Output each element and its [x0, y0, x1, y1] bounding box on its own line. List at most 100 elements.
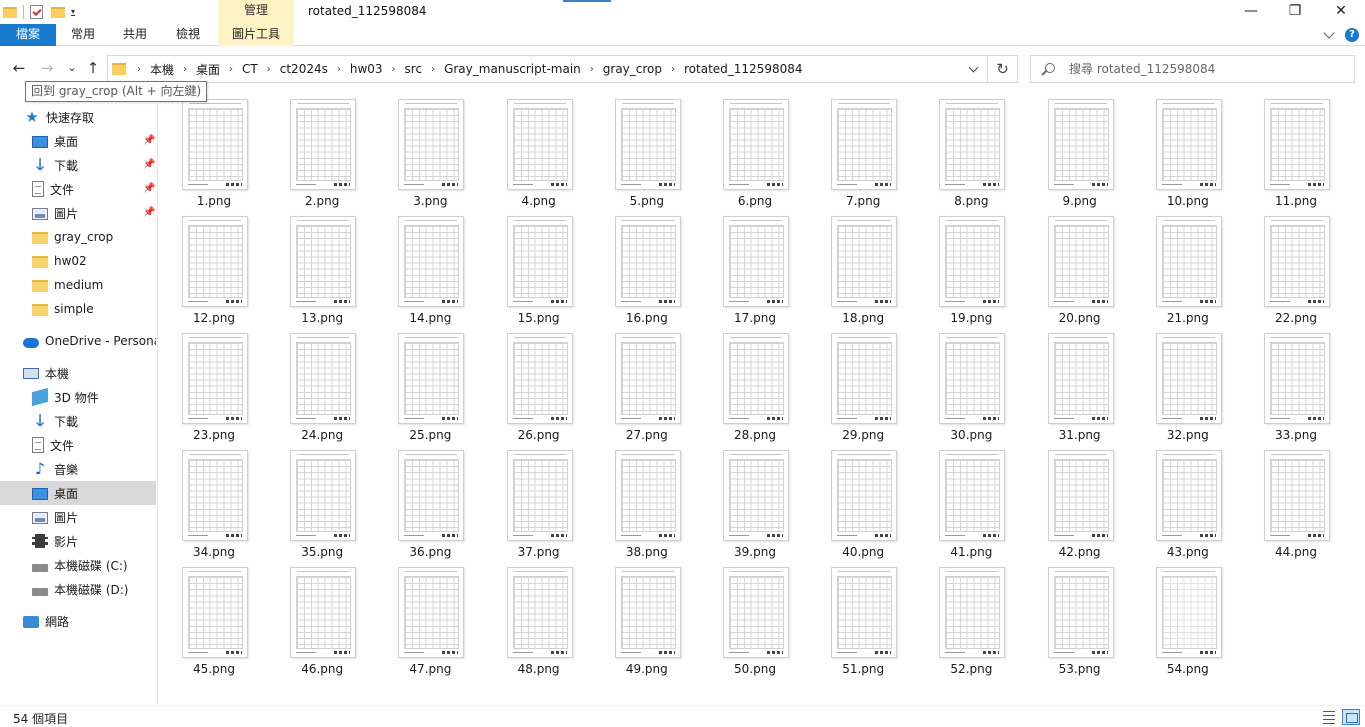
tab-file[interactable]: 檔案 [0, 24, 56, 46]
file-item[interactable]: 33.png [1242, 326, 1350, 443]
breadcrumb-separator-icon[interactable]: › [178, 64, 192, 75]
large-icons-view-button[interactable] [1342, 709, 1360, 725]
file-item[interactable]: 14.png [376, 209, 484, 326]
sidebar-item-pictures[interactable]: 圖片 📌 [0, 201, 156, 225]
help-icon[interactable]: ? [1345, 28, 1359, 42]
breadcrumb-separator-icon[interactable]: › [426, 64, 440, 75]
sidebar-item-3d-objects[interactable]: 3D 物件 [0, 385, 156, 409]
sidebar-item-drive-c[interactable]: 本機磁碟 (C:) [0, 553, 156, 577]
breadcrumb-item[interactable]: hw03 [346, 62, 387, 76]
file-item[interactable]: 46.png [268, 560, 376, 677]
search-box[interactable] [1030, 55, 1355, 83]
file-item[interactable]: 2.png [268, 92, 376, 209]
file-item[interactable]: 9.png [1026, 92, 1134, 209]
file-item[interactable]: 19.png [917, 209, 1025, 326]
sidebar-item-documents[interactable]: 文件 📌 [0, 177, 156, 201]
breadcrumb-separator-icon[interactable]: › [585, 64, 599, 75]
file-item[interactable]: 10.png [1134, 92, 1242, 209]
file-item[interactable]: 12.png [160, 209, 268, 326]
file-item[interactable]: 34.png [160, 443, 268, 560]
file-item[interactable]: 4.png [485, 92, 593, 209]
recent-locations-button[interactable]: ⌄ [62, 58, 82, 78]
file-item[interactable]: 38.png [593, 443, 701, 560]
minimize-button[interactable]: — [1228, 0, 1274, 24]
breadcrumb-separator-icon[interactable]: › [224, 64, 238, 75]
file-item[interactable]: 25.png [376, 326, 484, 443]
tab-view[interactable]: 檢視 [165, 24, 211, 46]
breadcrumb-item[interactable]: rotated_112598084 [680, 62, 807, 76]
tab-share[interactable]: 共用 [112, 24, 158, 46]
file-item[interactable]: 37.png [485, 443, 593, 560]
file-item[interactable]: 17.png [701, 209, 809, 326]
file-item[interactable]: 52.png [917, 560, 1025, 677]
file-item[interactable]: 11.png [1242, 92, 1350, 209]
file-item[interactable]: 49.png [593, 560, 701, 677]
address-bar[interactable]: › 本機 › 桌面 › CT › ct2024s › hw03 › src › Gray_manuscri… [107, 55, 988, 83]
sidebar-item-pc-documents[interactable]: 文件 [0, 433, 156, 457]
file-item[interactable]: 31.png [1026, 326, 1134, 443]
file-item[interactable]: 13.png [268, 209, 376, 326]
sidebar-item-desktop[interactable]: 桌面 📌 [0, 129, 156, 153]
sidebar-item-pc-desktop[interactable]: 桌面 [0, 481, 156, 505]
search-input[interactable] [1069, 60, 1349, 78]
up-button[interactable]: ↑ [83, 58, 103, 78]
file-item[interactable]: 26.png [485, 326, 593, 443]
breadcrumb-item[interactable]: ct2024s [276, 62, 332, 76]
file-item[interactable]: 28.png [701, 326, 809, 443]
sidebar-item-this-pc[interactable]: 本機 [0, 361, 156, 385]
sidebar-item-hw02[interactable]: hw02 [0, 249, 156, 273]
file-item[interactable]: 22.png [1242, 209, 1350, 326]
details-view-button[interactable] [1320, 709, 1338, 725]
sidebar-item-music[interactable]: ♪ 音樂 [0, 457, 156, 481]
back-button[interactable]: ← [9, 58, 29, 78]
file-item[interactable]: 47.png [376, 560, 484, 677]
file-item[interactable]: 41.png [917, 443, 1025, 560]
breadcrumb-item[interactable]: gray_crop [599, 62, 666, 76]
breadcrumb-separator-icon[interactable]: › [387, 64, 401, 75]
breadcrumb-item[interactable]: 本機 [146, 61, 178, 78]
sidebar-item-downloads[interactable]: 🡓 下載 📌 [0, 153, 156, 177]
file-item[interactable]: 51.png [809, 560, 917, 677]
file-item[interactable]: 40.png [809, 443, 917, 560]
file-item[interactable]: 43.png [1134, 443, 1242, 560]
file-item[interactable]: 5.png [593, 92, 701, 209]
sidebar-item-gray-crop[interactable]: gray_crop [0, 225, 156, 249]
file-item[interactable]: 50.png [701, 560, 809, 677]
address-history-dropdown[interactable] [968, 62, 979, 73]
file-item[interactable]: 30.png [917, 326, 1025, 443]
file-item[interactable]: 35.png [268, 443, 376, 560]
file-item[interactable]: 23.png [160, 326, 268, 443]
close-button[interactable]: ✕ [1318, 0, 1364, 24]
file-item[interactable]: 1.png [160, 92, 268, 209]
file-item[interactable]: 45.png [160, 560, 268, 677]
breadcrumb-separator-icon[interactable]: › [132, 64, 146, 75]
file-item[interactable]: 44.png [1242, 443, 1350, 560]
tab-picture-tools[interactable]: 圖片工具 [218, 24, 294, 46]
sidebar-item-medium[interactable]: medium [0, 273, 156, 297]
tab-home[interactable]: 常用 [60, 24, 106, 46]
file-item[interactable]: 39.png [701, 443, 809, 560]
file-item[interactable]: 3.png [376, 92, 484, 209]
file-item[interactable]: 21.png [1134, 209, 1242, 326]
sidebar-item-pc-downloads[interactable]: 🡓 下載 [0, 409, 156, 433]
sidebar-item-quick-access[interactable]: ★ 快速存取 [0, 105, 156, 129]
file-item[interactable]: 36.png [376, 443, 484, 560]
file-item[interactable]: 32.png [1134, 326, 1242, 443]
sidebar-item-simple[interactable]: simple [0, 297, 156, 321]
sidebar-item-pc-pictures[interactable]: 圖片 [0, 505, 156, 529]
file-item[interactable]: 42.png [1026, 443, 1134, 560]
file-item[interactable]: 18.png [809, 209, 917, 326]
file-item[interactable]: 16.png [593, 209, 701, 326]
sidebar-item-network[interactable]: 網路 [0, 609, 156, 633]
file-item[interactable]: 48.png [485, 560, 593, 677]
file-item[interactable]: 20.png [1026, 209, 1134, 326]
sidebar-item-drive-d[interactable]: 本機磁碟 (D:) [0, 577, 156, 601]
file-item[interactable]: 15.png [485, 209, 593, 326]
breadcrumb-item[interactable]: CT [238, 62, 262, 76]
file-item[interactable]: 6.png [701, 92, 809, 209]
refresh-button[interactable]: ↻ [988, 55, 1018, 83]
file-item[interactable]: 27.png [593, 326, 701, 443]
breadcrumb-item[interactable]: src [401, 62, 427, 76]
forward-button[interactable]: → [37, 58, 57, 78]
customize-toolbar-icon[interactable]: ▾ [71, 7, 76, 16]
